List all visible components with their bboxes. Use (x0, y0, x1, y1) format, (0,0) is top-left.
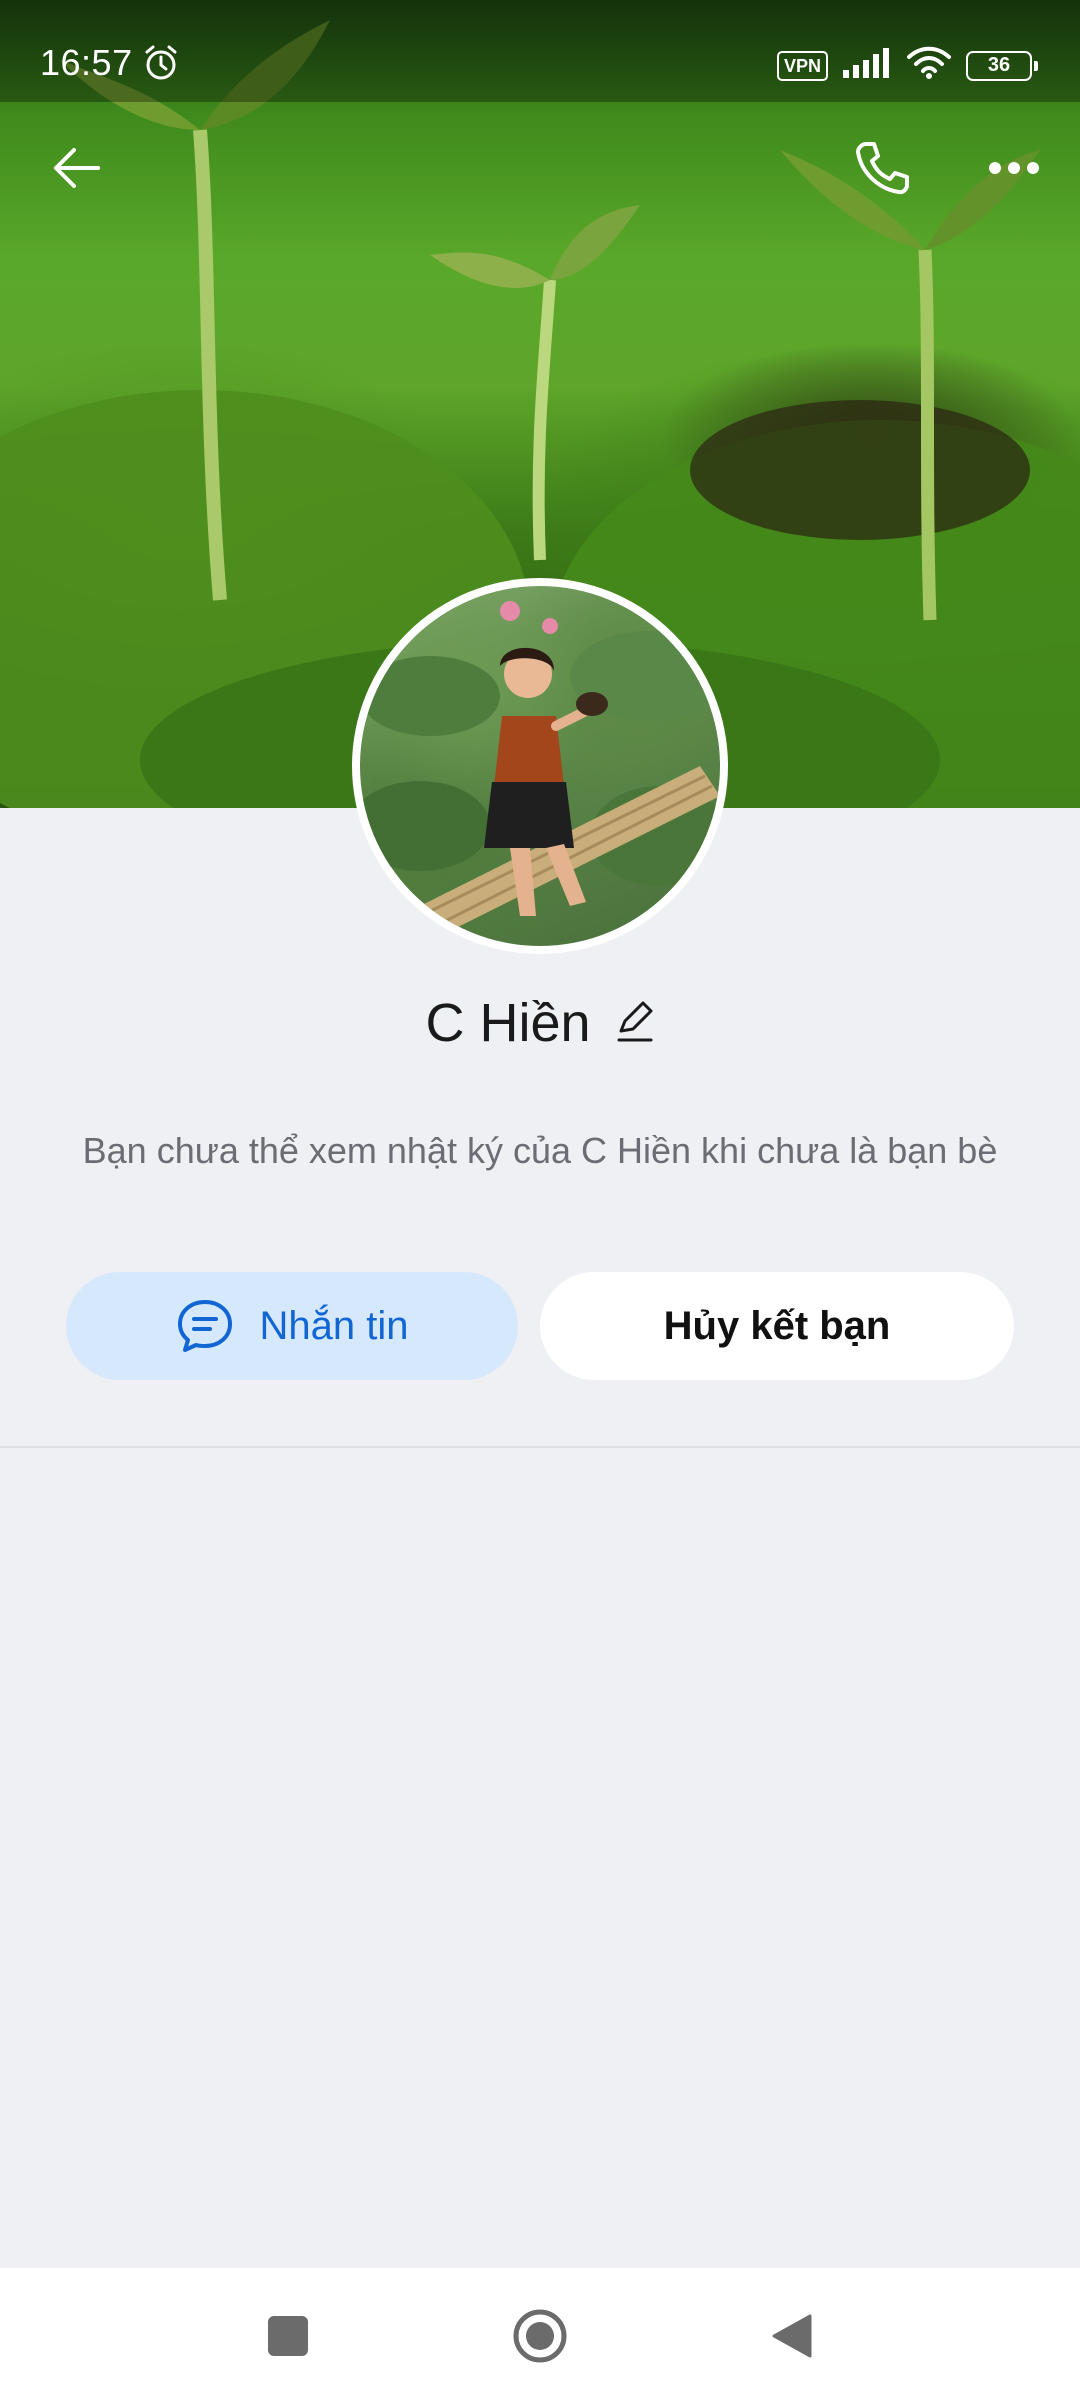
message-button[interactable]: Nhắn tin (66, 1272, 518, 1380)
phone-icon (856, 142, 909, 195)
section-divider (0, 1446, 1080, 1448)
edit-name-button[interactable] (615, 999, 655, 1048)
arrow-left-icon (54, 148, 100, 188)
vpn-badge: VPN (776, 50, 828, 81)
profile-screen: 16:57 VPN 36 C Hiền Bạn chưa thể xem nhậ… (0, 0, 1080, 2400)
square-icon (268, 2316, 308, 2356)
back-nav-button[interactable] (752, 2296, 832, 2376)
circle-icon (513, 2309, 567, 2363)
status-time: 16:57 (40, 42, 133, 83)
profile-name: C Hiền (425, 993, 591, 1053)
unfriend-button-label: Hủy kết bạn (663, 1303, 891, 1348)
profile-avatar[interactable] (352, 578, 728, 954)
wifi-icon (906, 46, 952, 85)
pencil-icon (617, 1001, 653, 1041)
back-button[interactable] (40, 132, 112, 204)
alarm-icon (142, 44, 180, 87)
chat-bubble-icon (177, 1300, 232, 1352)
triangle-back-icon (772, 2314, 812, 2358)
avatar-photo (360, 586, 720, 946)
status-indicators: VPN 36 (776, 46, 1038, 85)
system-navigation-bar (0, 2268, 1080, 2400)
signal-icon (842, 48, 892, 83)
avatar-illustration (360, 601, 720, 946)
profile-name-row: C Hiền (0, 992, 1080, 1054)
status-bar: 16:57 VPN 36 (0, 0, 1080, 102)
home-button[interactable] (500, 2296, 580, 2376)
battery-indicator: 36 (966, 50, 1038, 81)
unfriend-button[interactable]: Hủy kết bạn (540, 1272, 1014, 1380)
message-button-label: Nhắn tin (259, 1303, 409, 1348)
recents-button[interactable] (248, 2296, 328, 2376)
more-horizontal-icon (989, 162, 1039, 174)
call-button[interactable] (846, 132, 918, 204)
more-options-button[interactable] (978, 132, 1050, 204)
privacy-notice: Bạn chưa thể xem nhật ký của C Hiền khi … (82, 1130, 998, 1171)
